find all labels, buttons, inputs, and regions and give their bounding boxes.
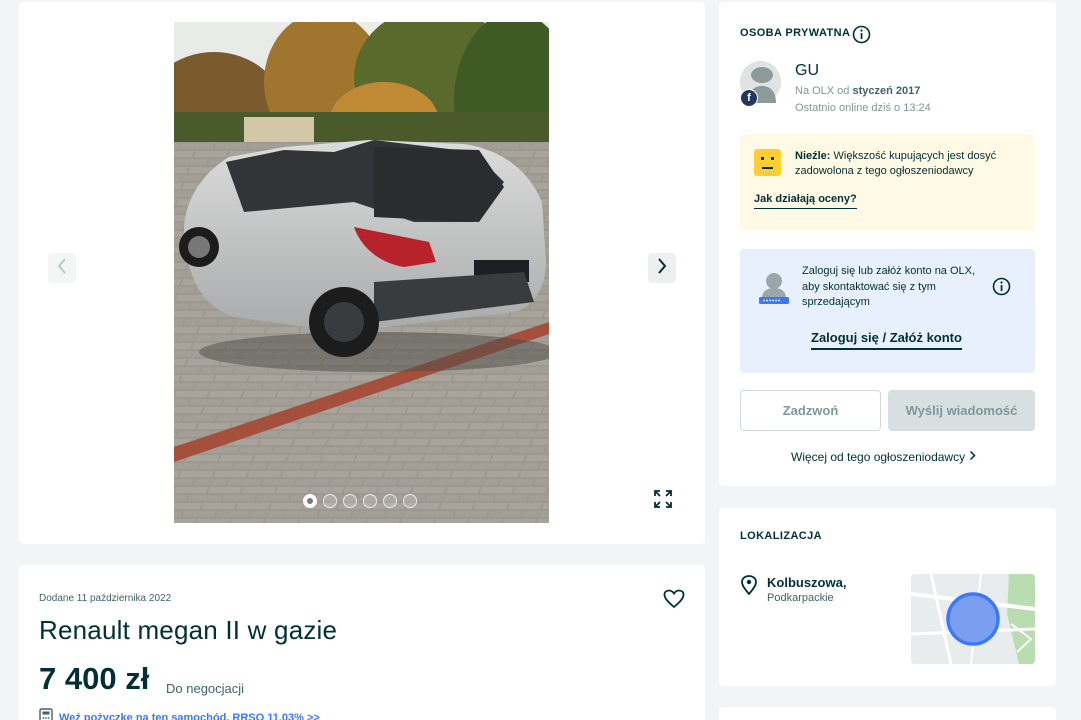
member-since: Na OLX od styczeń 2017 bbox=[795, 85, 921, 97]
how-ratings-work-link[interactable]: Jak działają oceny? bbox=[754, 193, 857, 209]
seller-rating-box: Nieźle: Większość kupujących jest dosyć … bbox=[740, 134, 1035, 231]
next-section-card bbox=[719, 707, 1056, 720]
seller-type-heading: OSOBA PRYWATNA bbox=[740, 27, 851, 39]
user-login-illustration bbox=[757, 269, 791, 313]
negotiable-label: Do negocjacji bbox=[166, 681, 245, 696]
neutral-face-icon bbox=[754, 149, 781, 176]
more-from-seller-link[interactable]: Więcej od tego ogłoszeniodawcy bbox=[791, 450, 976, 464]
chevron-right-icon bbox=[969, 450, 976, 464]
last-online: Ostatnio online dziś o 13:24 bbox=[795, 102, 931, 114]
photo-dot[interactable] bbox=[303, 494, 317, 508]
photo-dot[interactable] bbox=[323, 494, 337, 508]
photo-dot[interactable] bbox=[383, 494, 397, 508]
location-heading: LOKALIZACJA bbox=[740, 530, 823, 542]
next-photo-button[interactable] bbox=[648, 253, 676, 283]
info-icon[interactable] bbox=[992, 277, 1011, 300]
seller-name: GU bbox=[795, 62, 819, 79]
location-card: LOKALIZACJA Kolbuszowa, Podkarpackie bbox=[719, 508, 1056, 686]
added-date: Dodane 11 października 2022 bbox=[39, 593, 172, 604]
photo-dot[interactable] bbox=[363, 494, 377, 508]
listing-details: Dodane 11 października 2022 Renault mega… bbox=[19, 565, 705, 720]
photo-gallery bbox=[19, 2, 705, 544]
rating-description: Nieźle: Większość kupujących jest dosyć … bbox=[795, 150, 997, 177]
location-region: Podkarpackie bbox=[767, 592, 834, 604]
favorite-button[interactable] bbox=[663, 589, 685, 613]
previous-photo-button[interactable] bbox=[48, 253, 76, 283]
photo-pagination-dots bbox=[303, 494, 417, 508]
calculator-icon bbox=[39, 708, 53, 720]
listing-price: 7 400 zł bbox=[39, 661, 150, 696]
more-from-seller-text[interactable]: Więcej od tego ogłoszeniodawcy bbox=[791, 450, 965, 464]
loan-link[interactable]: Weź pożyczkę na ten samochód. RRSO 11,03… bbox=[39, 708, 320, 720]
call-button[interactable]: Zadzwoń bbox=[740, 390, 881, 431]
login-register-link[interactable]: Zaloguj się / Załóż konto bbox=[811, 330, 962, 350]
heart-icon bbox=[663, 589, 685, 613]
chevron-left-icon bbox=[57, 257, 67, 279]
photo-dot[interactable] bbox=[403, 494, 417, 508]
location-city: Kolbuszowa, bbox=[767, 575, 847, 590]
avatar: f bbox=[740, 61, 781, 107]
photo-dot[interactable] bbox=[343, 494, 357, 508]
facebook-icon: f bbox=[740, 89, 758, 107]
info-icon[interactable] bbox=[852, 25, 871, 48]
fullscreen-button[interactable] bbox=[648, 486, 678, 516]
chevron-right-icon bbox=[657, 257, 667, 279]
send-message-button[interactable]: Wyślij wiadomość bbox=[888, 390, 1035, 431]
listing-title: Renault megan II w gazie bbox=[39, 615, 338, 645]
location-pin-icon bbox=[740, 575, 758, 599]
seller-card: OSOBA PRYWATNA f GU Na OLX od styczeń 20… bbox=[719, 2, 1056, 486]
login-prompt-text: Zaloguj się lub załóż konto na OLX, aby … bbox=[802, 265, 976, 308]
loan-link-text[interactable]: Weź pożyczkę na ten samochód. RRSO 11,03… bbox=[59, 712, 320, 720]
login-prompt-box: Zaloguj się lub załóż konto na OLX, aby … bbox=[740, 249, 1035, 373]
car-photo[interactable] bbox=[174, 22, 549, 523]
expand-icon bbox=[653, 489, 673, 513]
map-thumbnail[interactable] bbox=[911, 574, 1035, 664]
